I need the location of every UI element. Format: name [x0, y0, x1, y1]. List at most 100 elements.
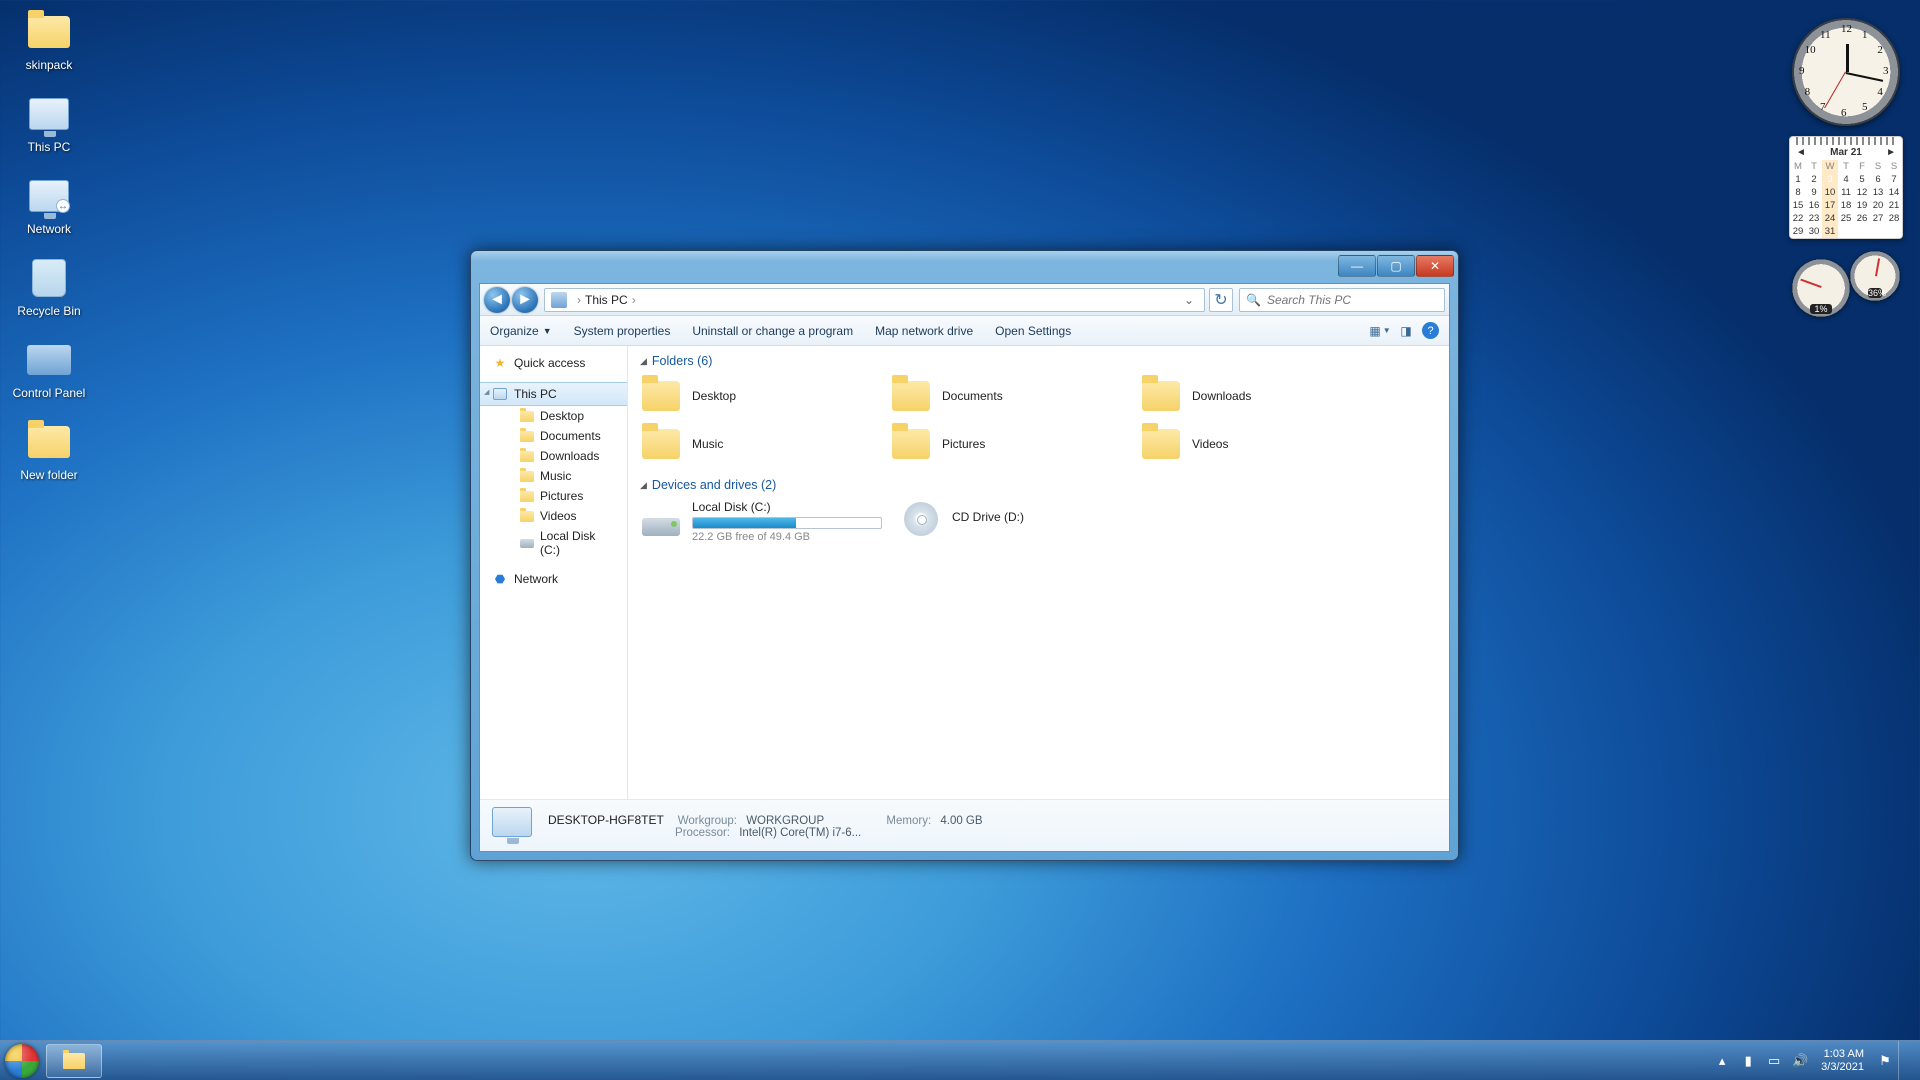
chevron-right-icon[interactable]: › — [577, 293, 581, 307]
folder-item-pictures[interactable]: Pictures — [890, 422, 1080, 466]
folder-icon — [520, 409, 534, 423]
drive-local-c[interactable]: Local Disk (C:) 22.2 GB free of 49.4 GB — [640, 500, 890, 543]
folder-label: Pictures — [942, 437, 985, 451]
folder-icon — [640, 424, 682, 464]
drive-free-space: 22.2 GB free of 49.4 GB — [692, 531, 882, 543]
nav-child-videos[interactable]: Videos — [480, 506, 627, 526]
desktop-gadgets: 121234567891011 ◄ Mar 21 ► MTWTFSS123456… — [1786, 18, 1906, 323]
desktop-icon-new-folder[interactable]: New folder — [10, 418, 88, 482]
cpu-gauge: 1% — [1792, 259, 1850, 317]
volume-icon[interactable]: 🔊 — [1790, 1051, 1810, 1071]
folder-icon — [520, 429, 534, 443]
nav-child-downloads[interactable]: Downloads — [480, 446, 627, 466]
breadcrumb-dropdown-icon[interactable]: ⌄ — [1180, 293, 1198, 307]
folder-icon — [890, 424, 932, 464]
action-center-icon[interactable]: ⚑ — [1875, 1051, 1895, 1071]
desktop-icon-network[interactable]: ↔ Network — [10, 172, 88, 236]
map-network-drive-button[interactable]: Map network drive — [875, 324, 973, 338]
chevron-right-icon[interactable]: › — [632, 293, 636, 307]
minimize-button[interactable]: — — [1338, 255, 1376, 277]
computer-icon — [551, 292, 567, 308]
nav-child-pictures[interactable]: Pictures — [480, 486, 627, 506]
recycle-bin-icon — [25, 254, 73, 302]
nav-child-documents[interactable]: Documents — [480, 426, 627, 446]
cpu-gauge-label: 1% — [1810, 304, 1832, 314]
explorer-window: — ▢ ✕ ◄ ► › This PC › ⌄ ↻ 🔍 — [470, 250, 1459, 861]
folder-icon — [520, 449, 534, 463]
preview-pane-icon[interactable]: ◨ — [1396, 321, 1416, 341]
details-workgroup-label: Workgroup: — [673, 815, 737, 827]
group-header-drives[interactable]: ◢Devices and drives (2) — [640, 478, 1437, 492]
folder-icon — [520, 469, 534, 483]
calendar-title: Mar 21 — [1830, 147, 1862, 158]
network-tray-icon[interactable]: ▭ — [1764, 1051, 1784, 1071]
nav-this-pc[interactable]: This PC — [480, 382, 627, 406]
forward-button[interactable]: ► — [512, 287, 538, 313]
breadcrumb[interactable]: › This PC › ⌄ — [544, 288, 1205, 312]
network-icon: ⬣ — [492, 571, 508, 587]
breadcrumb-location[interactable]: This PC — [585, 293, 628, 307]
details-memory: 4.00 GB — [940, 815, 982, 827]
tray-clock[interactable]: 1:03 AM 3/3/2021 — [1821, 1048, 1864, 1074]
folder-item-documents[interactable]: Documents — [890, 374, 1080, 418]
show-desktop-button[interactable] — [1898, 1041, 1912, 1080]
group-header-folders[interactable]: ◢Folders (6) — [640, 354, 1437, 368]
control-panel-icon — [25, 336, 73, 384]
nav-child-local-disk-c-[interactable]: Local Disk (C:) — [480, 526, 627, 560]
calendar-next-icon[interactable]: ► — [1886, 147, 1896, 158]
nav-child-music[interactable]: Music — [480, 466, 627, 486]
open-settings-button[interactable]: Open Settings — [995, 324, 1071, 338]
desktop-icon-label: This PC — [28, 140, 71, 154]
taskbar-item-explorer[interactable] — [46, 1044, 102, 1078]
computer-icon — [492, 807, 534, 845]
maximize-button[interactable]: ▢ — [1377, 255, 1415, 277]
start-button[interactable] — [0, 1041, 44, 1080]
folder-icon — [890, 376, 932, 416]
desktop-icon-this-pc[interactable]: This PC — [10, 90, 88, 154]
nav-network[interactable]: ⬣Network — [480, 568, 627, 590]
navigation-pane: ★Quick access This PC DesktopDocumentsDo… — [480, 346, 628, 799]
desktop-icon-control-panel[interactable]: Control Panel — [10, 336, 88, 400]
calendar-gadget[interactable]: ◄ Mar 21 ► MTWTFSS1234567891011121314151… — [1789, 136, 1903, 239]
details-processor-label: Processor: — [548, 827, 730, 839]
battery-icon[interactable]: ▮ — [1738, 1051, 1758, 1071]
network-icon: ↔ — [25, 172, 73, 220]
close-button[interactable]: ✕ — [1416, 255, 1454, 277]
collapse-icon: ◢ — [640, 356, 647, 367]
clock-gadget[interactable]: 121234567891011 — [1792, 18, 1900, 126]
drive-cd-d[interactable]: CD Drive (D:) — [900, 500, 1150, 543]
search-box[interactable]: 🔍 — [1239, 288, 1445, 312]
help-icon[interactable]: ? — [1422, 322, 1439, 339]
folder-item-desktop[interactable]: Desktop — [640, 374, 830, 418]
folder-item-music[interactable]: Music — [640, 422, 830, 466]
nav-quick-access[interactable]: ★Quick access — [480, 352, 627, 374]
desktop-icon-recycle-bin[interactable]: Recycle Bin — [10, 254, 88, 318]
folder-item-downloads[interactable]: Downloads — [1140, 374, 1330, 418]
nav-child-desktop[interactable]: Desktop — [480, 406, 627, 426]
cpu-meter-gadget[interactable]: 1% 36% — [1792, 251, 1900, 323]
back-button[interactable]: ◄ — [484, 287, 510, 313]
address-bar: ◄ ► › This PC › ⌄ ↻ 🔍 — [480, 284, 1449, 316]
desktop-icon-label: skinpack — [26, 58, 73, 72]
system-properties-button[interactable]: System properties — [574, 324, 671, 338]
star-icon: ★ — [492, 355, 508, 371]
folder-icon — [25, 8, 73, 56]
desktop-icon-skinpack[interactable]: skinpack — [10, 8, 88, 72]
show-hidden-icons-icon[interactable]: ▴ — [1712, 1051, 1732, 1071]
uninstall-program-button[interactable]: Uninstall or change a program — [692, 324, 853, 338]
calendar-prev-icon[interactable]: ◄ — [1796, 147, 1806, 158]
computer-icon — [492, 386, 508, 402]
folder-icon — [520, 489, 534, 503]
refresh-button[interactable]: ↻ — [1209, 288, 1233, 312]
folder-label: Desktop — [692, 389, 736, 403]
view-options-icon[interactable]: ▦▼ — [1370, 321, 1390, 341]
details-workgroup: WORKGROUP — [746, 815, 824, 827]
organize-menu[interactable]: Organize▼ — [490, 324, 552, 338]
calendar-spiral-icon — [1796, 137, 1896, 145]
folder-item-videos[interactable]: Videos — [1140, 422, 1330, 466]
calendar-table: MTWTFSS123456789101112131415161718192021… — [1790, 160, 1902, 238]
search-input[interactable] — [1267, 293, 1438, 307]
system-tray: ▴ ▮ ▭ 🔊 1:03 AM 3/3/2021 ⚑ — [1709, 1041, 1920, 1080]
folder-icon — [640, 376, 682, 416]
folder-icon — [25, 418, 73, 466]
